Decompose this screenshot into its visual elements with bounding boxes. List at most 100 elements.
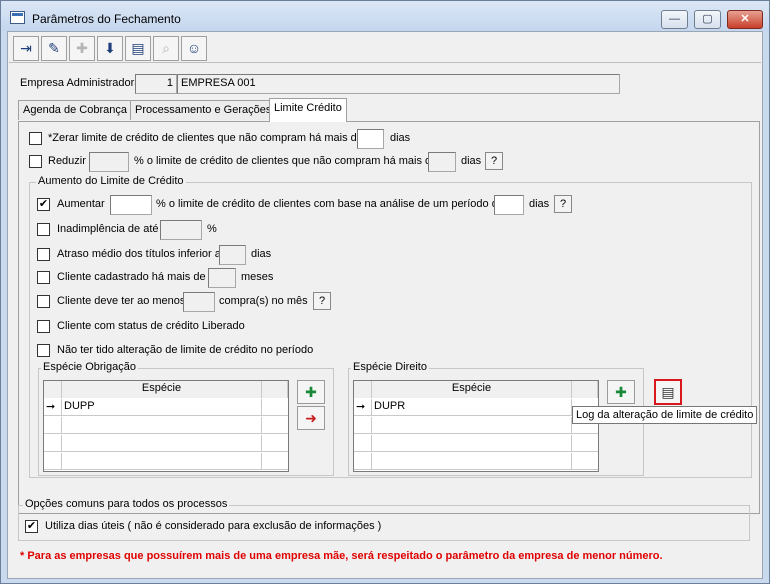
especie-direito-title: Espécie Direito (351, 361, 429, 373)
footnote: * Para as empresas que possuírem mais de… (20, 550, 663, 562)
reduzir-unit: dias (461, 155, 482, 167)
dias-uteis-checkbox[interactable]: ✔ (25, 520, 38, 533)
close-button[interactable]: ✕ (727, 10, 763, 29)
especie-obrigacao-group: Espécie Obrigação Espécie ➞ DUPP ✚ ➜ (38, 361, 334, 476)
especie-cell[interactable] (372, 435, 572, 452)
save-icon[interactable]: ⬇ (97, 36, 123, 61)
inadimplencia-label: Inadimplência de até (57, 223, 159, 235)
reduzir-text: % o limite de crédito de clientes que nã… (134, 155, 438, 167)
cadastro-input[interactable] (208, 268, 236, 288)
table-row[interactable] (354, 435, 598, 452)
grid-header: Espécie (44, 381, 288, 398)
especie-column-header[interactable]: Espécie (372, 381, 572, 398)
tab-agenda-cobranca[interactable]: Agenda de Cobrança (18, 100, 132, 120)
row-pointer-icon: ➞ (354, 399, 372, 416)
user-help-icon[interactable]: ☺ (181, 36, 207, 61)
tab-limite-credito[interactable]: Limite Crédito (269, 98, 347, 122)
tab-processamento[interactable]: Processamento e Gerações (130, 100, 277, 120)
add-icon[interactable]: ✚ (69, 36, 95, 61)
zerar-label: *Zerar limite de crédito de clientes que… (48, 132, 363, 144)
open-folder-icon[interactable]: ▤ (125, 36, 151, 61)
aumentar-help-button[interactable]: ? (554, 195, 572, 213)
especie-cell[interactable] (62, 453, 262, 470)
especie-cell[interactable]: DUPR (372, 399, 572, 416)
aumentar-percent-input[interactable] (110, 195, 152, 215)
inadimplencia-checkbox[interactable] (37, 223, 50, 236)
zerar-unit: dias (390, 132, 411, 144)
table-row[interactable] (354, 453, 598, 470)
window-title: Parâmetros do Fechamento (32, 12, 181, 26)
company-code-field[interactable]: 1 (135, 74, 177, 94)
aumento-group-title: Aumento do Limite de Crédito (36, 175, 186, 187)
reduzir-checkbox[interactable] (29, 155, 42, 168)
especie-cell[interactable] (372, 417, 572, 434)
compras-input[interactable] (183, 292, 215, 312)
compras-help-button[interactable]: ? (313, 292, 331, 310)
status-checkbox[interactable] (37, 320, 50, 333)
toolbar: ⇥ ✎ ✚ ⬇ ▤ ⌕ ☺ (9, 33, 761, 63)
limite-credito-panel: *Zerar limite de crédito de clientes que… (18, 121, 760, 514)
reduzir-label: Reduzir (48, 155, 86, 167)
table-row[interactable]: ➞ DUPP (44, 399, 288, 416)
especie-obrigacao-title: Espécie Obrigação (41, 361, 138, 373)
table-row[interactable] (44, 417, 288, 434)
cadastro-label: Cliente cadastrado há mais de (57, 271, 206, 283)
log-tooltip: Log da alteração de limite de crédito (572, 406, 758, 424)
log-changes-icon[interactable]: ▤ (654, 379, 682, 405)
reduzir-help-button[interactable]: ? (485, 152, 503, 170)
especie-column-header[interactable]: Espécie (62, 381, 262, 398)
common-options-title: Opções comuns para todos os processos (23, 498, 230, 510)
maximize-button[interactable]: ▢ (694, 10, 721, 29)
compras-checkbox[interactable] (37, 295, 50, 308)
especie-cell[interactable] (62, 435, 262, 452)
minimize-button[interactable]: — (661, 10, 688, 29)
inadimplencia-unit: % (207, 223, 217, 235)
zerar-checkbox[interactable] (29, 132, 42, 145)
aumentar-days-input[interactable] (494, 195, 524, 215)
aumento-group: Aumento do Limite de Crédito ✔ Aumentar … (29, 175, 758, 478)
eraser-icon[interactable]: ✎ (41, 36, 67, 61)
cadastro-unit: meses (241, 271, 274, 283)
zerar-days-input[interactable] (357, 129, 384, 149)
especie-cell[interactable] (372, 453, 572, 470)
table-row[interactable] (354, 417, 598, 434)
cadastro-checkbox[interactable] (37, 271, 50, 284)
row-pointer-icon: ➞ (44, 399, 62, 416)
binoculars-icon[interactable]: ⌕ (153, 36, 179, 61)
aumentar-text: % o limite de crédito de clientes com ba… (156, 198, 504, 210)
add-row-icon[interactable]: ✚ (297, 380, 325, 404)
exit-icon[interactable]: ⇥ (13, 36, 39, 61)
dias-uteis-label: Utiliza dias úteis ( não é considerado p… (45, 520, 382, 532)
company-name-field[interactable]: EMPRESA 001 (177, 74, 620, 94)
especie-cell[interactable]: DUPP (62, 399, 262, 416)
especie-cell[interactable] (62, 417, 262, 434)
table-row[interactable] (44, 435, 288, 452)
especie-obrigacao-grid[interactable]: Espécie ➞ DUPP (43, 380, 289, 472)
compras-label: Cliente deve ter ao menos (57, 295, 186, 307)
grid-header: Espécie (354, 381, 598, 398)
table-row[interactable] (44, 453, 288, 470)
add-row-icon[interactable]: ✚ (607, 380, 635, 404)
atraso-label: Atraso médio dos títulos inferior a (57, 248, 221, 260)
inadimplencia-input[interactable] (160, 220, 202, 240)
table-row[interactable]: ➞ DUPR (354, 399, 598, 416)
atraso-input[interactable] (219, 245, 246, 265)
reduzir-days-input[interactable] (428, 152, 456, 172)
reduzir-percent-input[interactable] (89, 152, 129, 172)
status-label: Cliente com status de crédito Liberado (57, 320, 245, 332)
common-options-group: Opções comuns para todos os processos ✔ … (18, 498, 750, 541)
nao-alterado-label: Não ter tido alteração de limite de créd… (57, 344, 314, 356)
compras-unit: compra(s) no mês (219, 295, 308, 307)
aumentar-unit: dias (529, 198, 550, 210)
aumentar-label: Aumentar (57, 198, 105, 210)
company-label: Empresa Administradora (20, 77, 141, 89)
remove-row-icon[interactable]: ➜ (297, 406, 325, 430)
nao-alterado-checkbox[interactable] (37, 344, 50, 357)
title-bar: Parâmetros do Fechamento — ▢ ✕ (1, 1, 769, 31)
especie-direito-grid[interactable]: Espécie ➞ DUPR (353, 380, 599, 472)
atraso-checkbox[interactable] (37, 248, 50, 261)
client-area: ⇥ ✎ ✚ ⬇ ▤ ⌕ ☺ Empresa Administradora 1 E… (7, 31, 763, 579)
window-icon (10, 11, 25, 24)
aumentar-checkbox[interactable]: ✔ (37, 198, 50, 211)
window: Parâmetros do Fechamento — ▢ ✕ ⇥ ✎ ✚ ⬇ ▤… (0, 0, 770, 584)
